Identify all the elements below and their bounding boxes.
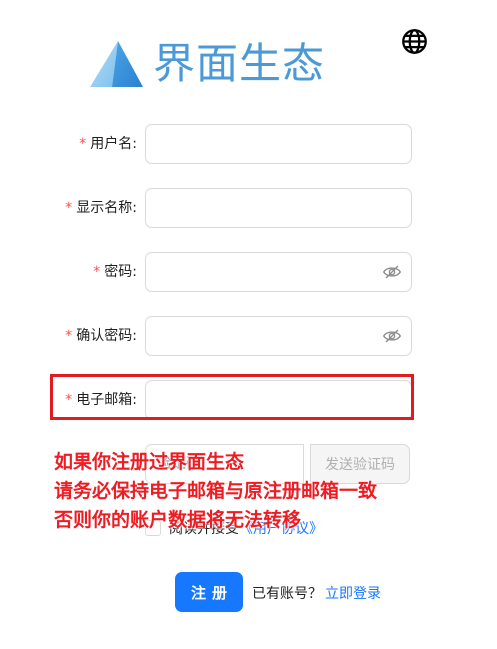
globe-icon: [402, 29, 427, 54]
annotation-line: 请务必保持电子邮箱与原注册邮箱一致: [54, 480, 378, 502]
label-colon: :: [132, 328, 137, 344]
label-colon: :: [132, 136, 137, 152]
email-highlight-box: [50, 374, 414, 420]
confirm-password-field-wrapper: [145, 316, 412, 356]
username-field-wrapper: [145, 124, 412, 164]
annotation-line: 否则你的账户数据将无法转移: [54, 509, 302, 531]
required-mark: *: [79, 136, 87, 152]
field-label: * 显示名称:: [65, 188, 137, 228]
field-label: * 密码:: [93, 252, 137, 292]
annotation-text: 如果你注册过界面生态 请务必保持电子邮箱与原注册邮箱一致 否则你的账户数据将无法…: [54, 448, 377, 535]
form-row-username: * 用户名:: [0, 124, 497, 164]
password-field-wrapper: [145, 252, 412, 292]
required-mark: *: [93, 264, 101, 280]
language-switch-button[interactable]: [401, 28, 428, 55]
confirm-password-input[interactable]: [146, 317, 411, 355]
display-name-input[interactable]: [146, 189, 411, 227]
app-logo: 界面生态: [88, 38, 325, 90]
has-account-text: 已有账号？: [252, 586, 322, 602]
username-input[interactable]: [146, 125, 411, 163]
label-colon: :: [132, 200, 137, 216]
annotation-line: 如果你注册过界面生态: [54, 451, 245, 473]
eye-off-icon[interactable]: [383, 328, 401, 344]
form-row-password: * 密码:: [0, 252, 497, 292]
confirm-password-label: 确认密码: [76, 328, 133, 344]
form-row-confirm-password: * 确认密码:: [0, 316, 497, 356]
eye-off-icon[interactable]: [383, 264, 401, 280]
password-label: 密码: [104, 264, 133, 280]
login-link[interactable]: 立即登录: [325, 583, 381, 603]
display-name-field-wrapper: [145, 188, 412, 228]
username-label: 用户名: [90, 136, 133, 152]
logo-text: 界面生态: [153, 39, 326, 88]
form-row-display-name: * 显示名称:: [0, 188, 497, 228]
field-label: * 用户名:: [79, 124, 137, 164]
register-button[interactable]: 注册: [175, 572, 243, 612]
required-mark: *: [65, 200, 73, 216]
password-input[interactable]: [146, 253, 411, 291]
display-name-label: 显示名称: [76, 200, 133, 216]
required-mark: *: [65, 328, 73, 344]
field-label: * 确认密码:: [65, 316, 137, 356]
logo-triangle-icon: [90, 41, 143, 87]
label-colon: :: [132, 264, 137, 280]
